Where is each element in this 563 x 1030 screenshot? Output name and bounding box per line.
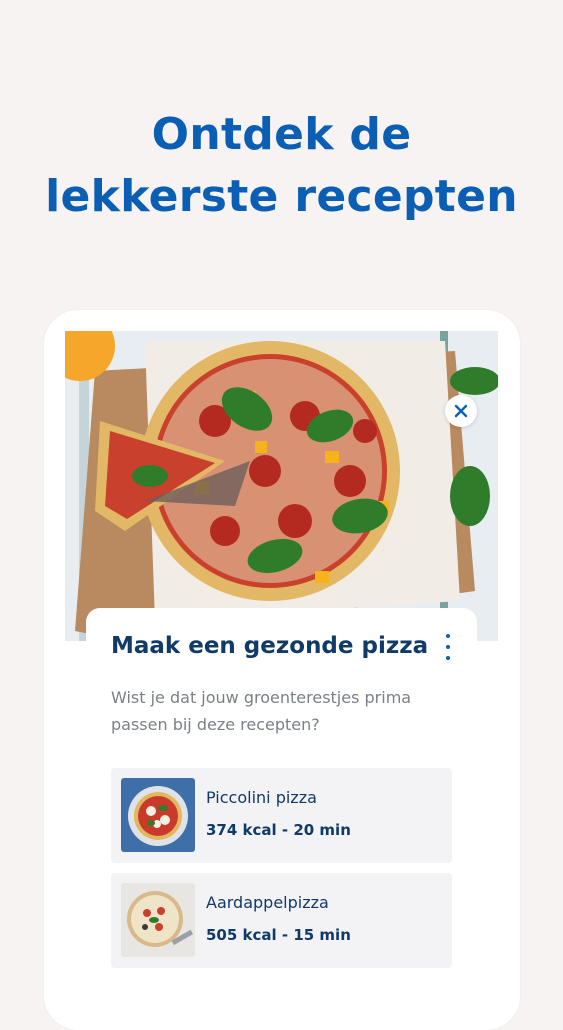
- recipe-thumbnail: [121, 778, 195, 852]
- more-dot: [446, 656, 450, 660]
- close-icon: [454, 404, 468, 418]
- card-description: Wist je dat jouw groenterestjes prima pa…: [111, 688, 412, 734]
- close-button[interactable]: [445, 395, 477, 427]
- recipe-name: Aardappelpizza: [206, 893, 329, 912]
- headline-line-2: lekkerste recepten: [45, 171, 518, 222]
- recipe-name: Piccolini pizza: [206, 788, 317, 807]
- recipe-thumbnail: [121, 883, 195, 957]
- headline-line-1: Ontdek de: [151, 109, 412, 160]
- more-vertical-icon: [446, 634, 450, 638]
- recipe-meta: 374 kcal - 20 min: [206, 821, 351, 839]
- headline: Ontdek de lekkerste recepten: [0, 104, 563, 228]
- recipe-meta: 505 kcal - 15 min: [206, 926, 351, 944]
- more-options-button[interactable]: [438, 632, 458, 662]
- recipe-item-aardappelpizza[interactable]: Aardappelpizza 505 kcal - 15 min: [111, 873, 452, 968]
- recipe-item-piccolini[interactable]: Piccolini pizza 374 kcal - 20 min: [111, 768, 452, 863]
- card-title: Maak een gezonde pizza: [111, 633, 429, 659]
- more-dot: [446, 645, 450, 649]
- recipe-suggestion-card: Maak een gezonde pizza Wist je dat jouw …: [86, 608, 477, 1028]
- hero-pizza-image: [65, 331, 498, 641]
